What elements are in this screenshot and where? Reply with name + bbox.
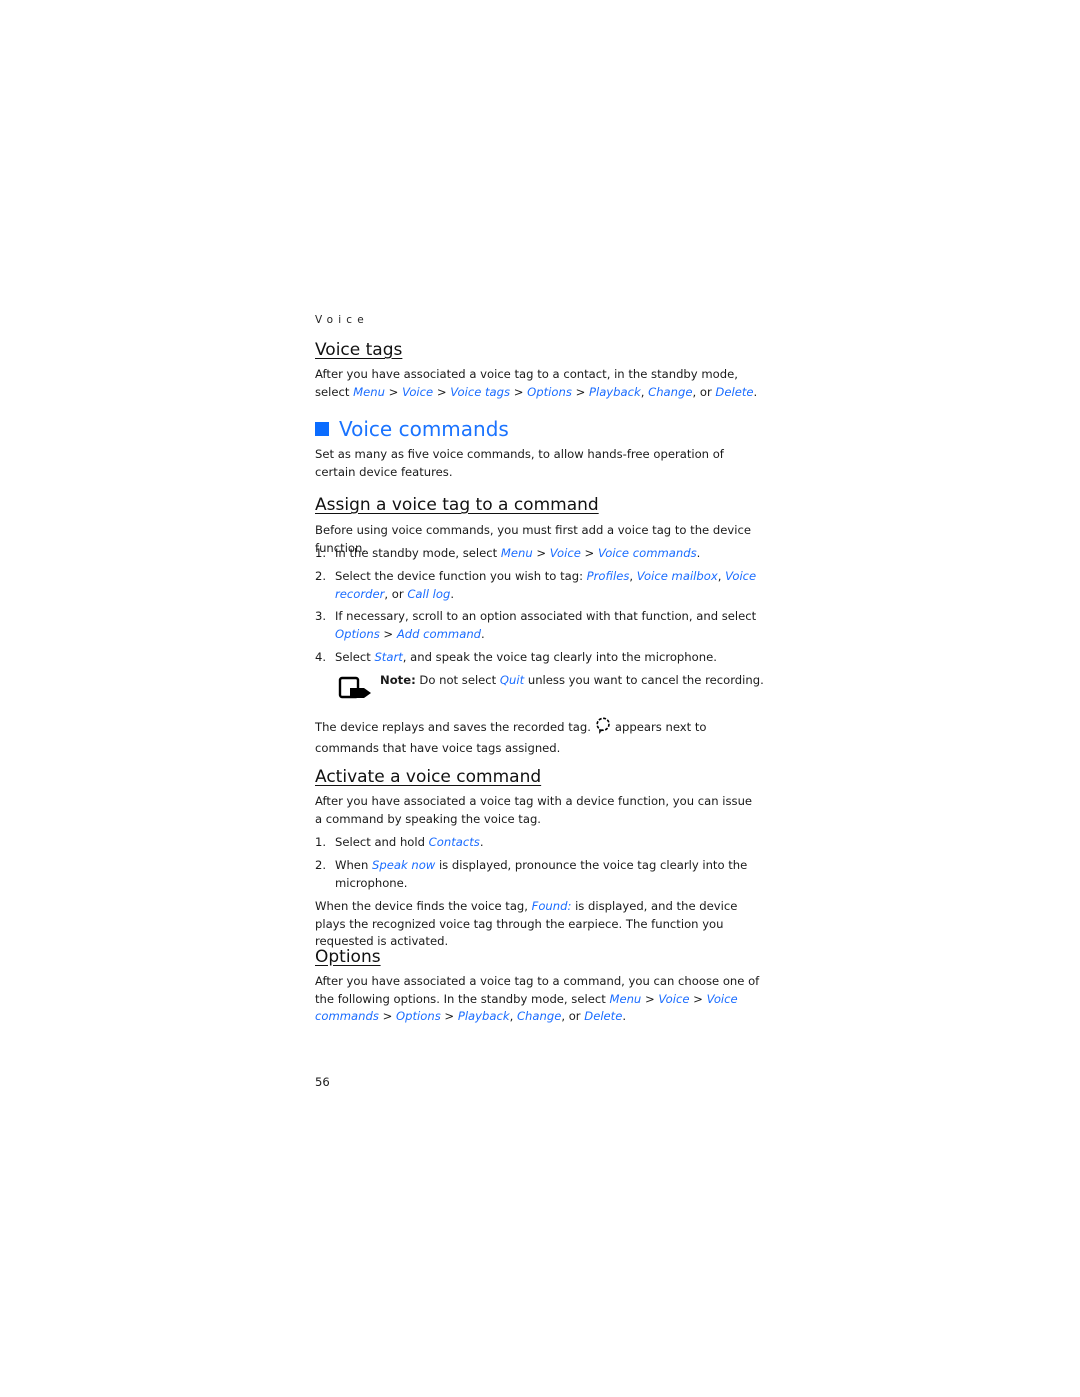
- assign-step-4: 4. Select Start, and speak the voice tag…: [315, 649, 760, 667]
- found-text: When the device finds the voice tag,: [315, 899, 532, 913]
- link-contacts: Contacts: [428, 835, 480, 849]
- link-change: Change: [516, 1009, 562, 1024]
- heading-voice-commands-text: Voice commands: [339, 417, 509, 441]
- note-text: Note: Do not select Quit unless you want…: [380, 672, 764, 690]
- step-text: .: [450, 586, 455, 601]
- step-text: , and speak the voice tag clearly into t…: [402, 650, 717, 664]
- voice-commands-intro: Set as many as five voice commands, to a…: [315, 447, 724, 479]
- heading-voice-tags: Voice tags: [315, 340, 403, 360]
- link-found: Found:: [531, 899, 572, 913]
- step-text: .: [696, 546, 701, 560]
- link-start: Start: [374, 650, 403, 664]
- link-voice-commands: Voice commands: [597, 546, 697, 560]
- link-options: Options: [527, 384, 572, 399]
- options-paragraph: After you have associated a voice tag to…: [315, 974, 760, 1024]
- heading-assign: Assign a voice tag to a command: [315, 495, 599, 515]
- link-profiles: Profiles: [586, 569, 630, 583]
- link-voice-tags: Voice tags: [450, 384, 511, 399]
- voice-tags-paragraph: After you have associated a voice tag to…: [315, 366, 760, 401]
- note-text-part: Do not select: [415, 673, 500, 687]
- link-playback: Playback: [588, 384, 641, 399]
- link-voice: Voice: [549, 546, 581, 560]
- heading-options: Options: [315, 947, 381, 967]
- step-number: 4.: [315, 650, 327, 664]
- link-options: Options: [335, 626, 380, 641]
- heading-voice-commands: Voice commands: [315, 417, 509, 441]
- running-head: Voice: [315, 314, 369, 326]
- link-call-log: Call log: [407, 586, 451, 601]
- assign-step-3: 3. If necessary, scroll to an option ass…: [315, 609, 757, 641]
- voice-tag-icon: [594, 717, 612, 740]
- link-options: Options: [396, 1009, 441, 1024]
- separator: ,: [640, 384, 649, 399]
- link-voice: Voice: [658, 991, 690, 1006]
- step-text: When: [335, 858, 372, 872]
- link-menu: Menu: [500, 546, 533, 560]
- separator: , or: [692, 384, 716, 399]
- link-delete: Delete: [715, 384, 754, 399]
- step-text: Select and hold: [335, 835, 429, 849]
- note-label: Note:: [380, 673, 416, 687]
- step-text: Select: [335, 650, 375, 664]
- page-number: 56: [315, 1075, 330, 1089]
- step-number: 2.: [315, 569, 327, 583]
- voice-tags-text-2: select: [315, 384, 354, 399]
- step-number: 3.: [315, 609, 327, 623]
- separator: >: [571, 384, 589, 399]
- link-playback: Playback: [457, 1009, 510, 1024]
- replay-paragraph: The device replays and saves the recorde…: [315, 717, 760, 757]
- link-menu: Menu: [609, 991, 642, 1006]
- link-quit: Quit: [499, 673, 525, 687]
- link-delete: Delete: [584, 1009, 623, 1024]
- assign-step-1: 1. In the standby mode, select Menu > Vo…: [315, 545, 760, 563]
- step-text: In the standby mode, select: [335, 546, 501, 560]
- note-hand-icon: [338, 675, 372, 705]
- step-text: .: [479, 835, 484, 849]
- assign-step-2: 2. Select the device function you wish t…: [315, 569, 757, 601]
- separator: >: [384, 384, 403, 399]
- step-number: 1.: [315, 835, 327, 849]
- step-number: 1.: [315, 546, 327, 560]
- link-add-command: Add command: [396, 626, 482, 641]
- step-text: Select the device function you wish to t…: [335, 569, 587, 583]
- voice-tags-text-1: After you have associated a voice tag to…: [315, 367, 738, 381]
- section-square-icon: [315, 422, 329, 436]
- link-menu: Menu: [353, 384, 385, 399]
- step-text: .: [481, 626, 485, 641]
- activate-step-1: 1. Select and hold Contacts.: [315, 834, 760, 852]
- activate-step-2: 2. When Speak now is displayed, pronounc…: [315, 857, 760, 892]
- link-speak-now: Speak now: [371, 858, 436, 872]
- heading-activate: Activate a voice command: [315, 767, 542, 787]
- link-voice-mailbox: Voice mailbox: [636, 569, 718, 583]
- separator: >: [433, 384, 451, 399]
- link-change: Change: [648, 384, 693, 399]
- separator: .: [753, 384, 758, 399]
- separator: >: [510, 384, 528, 399]
- note-text-part: unless you want to cancel the recording.: [524, 673, 764, 687]
- link-voice: Voice: [402, 384, 434, 399]
- activate-intro: After you have associated a voice tag wi…: [315, 794, 753, 826]
- step-number: 2.: [315, 858, 327, 872]
- found-paragraph: When the device finds the voice tag, Fou…: [315, 898, 760, 951]
- options-text: After you have associated a voice tag to…: [315, 974, 760, 1006]
- replay-text: The device replays and saves the recorde…: [315, 720, 591, 734]
- step-text: If necessary, scroll to an option associ…: [335, 609, 757, 623]
